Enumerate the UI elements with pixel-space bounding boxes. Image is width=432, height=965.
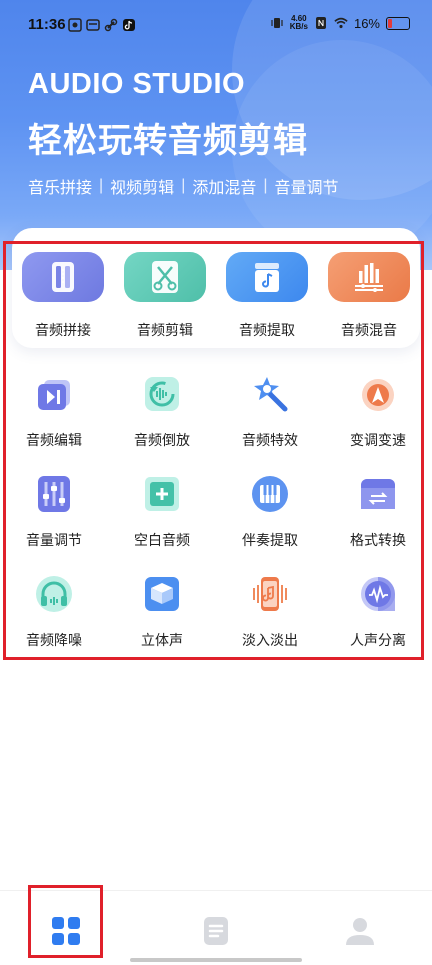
tool-label: 音量调节 <box>26 532 82 548</box>
notification-icons <box>68 18 136 32</box>
tool-audio-extract[interactable]: 音频提取 <box>216 252 318 340</box>
tool-audio-effects[interactable]: 音频特效 <box>220 372 320 472</box>
headphones-icon <box>32 572 76 616</box>
tab-home[interactable] <box>46 911 86 951</box>
gesture-bar[interactable] <box>130 958 302 962</box>
feature-item: 音量调节 <box>274 180 339 197</box>
tool-label: 音频特效 <box>242 432 298 448</box>
piano-icon <box>248 472 292 516</box>
feature-separator: | <box>181 177 186 194</box>
magic-wand-icon <box>248 372 292 416</box>
feature-item: 音乐拼接 <box>28 180 93 197</box>
fade-phone-icon <box>248 572 292 616</box>
tab-documents[interactable] <box>196 911 236 951</box>
feature-item: 添加混音 <box>192 180 257 197</box>
tool-audio-edit[interactable]: 音频编辑 <box>4 372 104 472</box>
tool-pitch-speed[interactable]: 变调变速 <box>328 372 428 472</box>
reverse-icon <box>140 372 184 416</box>
audio-merge-icon <box>22 252 104 302</box>
battery-icon <box>386 16 410 30</box>
link-notification-icon <box>104 18 118 32</box>
tool-fade[interactable]: 淡入淡出 <box>220 572 320 672</box>
tool-label: 格式转换 <box>350 532 406 548</box>
scissors-icon <box>124 252 206 302</box>
tool-label: 空白音频 <box>134 532 190 548</box>
document-icon <box>204 917 228 945</box>
app-notification-icon <box>68 18 82 32</box>
tool-noise-reduce[interactable]: 音频降噪 <box>4 572 104 672</box>
main-tools-card: 音频拼接 音频剪辑 音频提取 音频混音 <box>12 228 420 348</box>
app-slogan: 轻松玩转音频剪辑 <box>28 122 308 160</box>
tool-label: 音频降噪 <box>26 632 82 648</box>
vibrate-icon <box>271 18 283 28</box>
mixer-icon <box>328 252 410 302</box>
stereo-box-icon <box>140 572 184 616</box>
nfc-icon <box>315 17 326 29</box>
tool-stereo[interactable]: 立体声 <box>112 572 212 672</box>
mail-notification-icon <box>86 19 100 31</box>
net-speed: 4.60 KB/s <box>290 15 308 31</box>
volume-sliders-icon <box>32 472 76 516</box>
tool-label: 音频混音 <box>341 322 397 338</box>
tool-format-convert[interactable]: 格式转换 <box>328 472 428 572</box>
wifi-icon <box>334 17 348 29</box>
tool-accompaniment-extract[interactable]: 伴奏提取 <box>220 472 320 572</box>
add-blank-icon <box>140 472 184 516</box>
play-skip-icon <box>32 372 76 416</box>
speed-dial-icon <box>356 372 400 416</box>
feature-list: 音乐拼接 | 视频剪辑 | 添加混音 | 音量调节 <box>28 174 339 198</box>
tool-audio-mix[interactable]: 音频混音 <box>318 252 420 340</box>
tab-profile[interactable] <box>340 911 380 951</box>
grid-icon <box>52 917 80 945</box>
convert-icon <box>356 472 400 516</box>
tools-grid: 音频编辑 音频倒放 音频特效 变调变速 音量调节 空白音频 伴奏提取 格式转换 … <box>0 372 432 672</box>
tool-volume-adjust[interactable]: 音量调节 <box>4 472 104 572</box>
person-icon <box>346 918 374 945</box>
system-status: 4.60 KB/s 16% <box>270 15 410 31</box>
tool-vocal-separate[interactable]: 人声分离 <box>328 572 428 672</box>
tool-label: 淡入淡出 <box>242 632 298 648</box>
tool-blank-audio[interactable]: 空白音频 <box>112 472 212 572</box>
net-speed-unit: KB/s <box>289 22 308 31</box>
status-time: 11:36 <box>28 16 66 33</box>
tool-label: 音频倒放 <box>134 432 190 448</box>
tool-label: 音频编辑 <box>26 432 82 448</box>
feature-separator: | <box>99 177 104 194</box>
app-brand: AUDIO STUDIO <box>28 68 246 100</box>
tool-label: 立体声 <box>141 632 183 648</box>
tool-audio-merge[interactable]: 音频拼接 <box>12 252 114 340</box>
bottom-tab-bar <box>0 890 432 965</box>
tool-audio-reverse[interactable]: 音频倒放 <box>112 372 212 472</box>
feature-item: 视频剪辑 <box>110 180 175 197</box>
voice-separate-icon <box>356 572 400 616</box>
status-bar: 11:36 4.60 KB/s 16% <box>0 0 432 52</box>
tool-label: 音频提取 <box>239 322 295 338</box>
battery-percent: 16% <box>353 15 380 31</box>
tool-label: 音频拼接 <box>35 322 91 338</box>
tool-audio-cut[interactable]: 音频剪辑 <box>114 252 216 340</box>
music-file-icon <box>226 252 308 302</box>
tool-label: 伴奏提取 <box>242 532 298 548</box>
feature-separator: | <box>263 177 268 194</box>
tiktok-notification-icon <box>123 19 135 31</box>
tool-label: 音频剪辑 <box>137 322 193 338</box>
tool-label: 人声分离 <box>350 632 406 648</box>
tool-label: 变调变速 <box>350 432 406 448</box>
